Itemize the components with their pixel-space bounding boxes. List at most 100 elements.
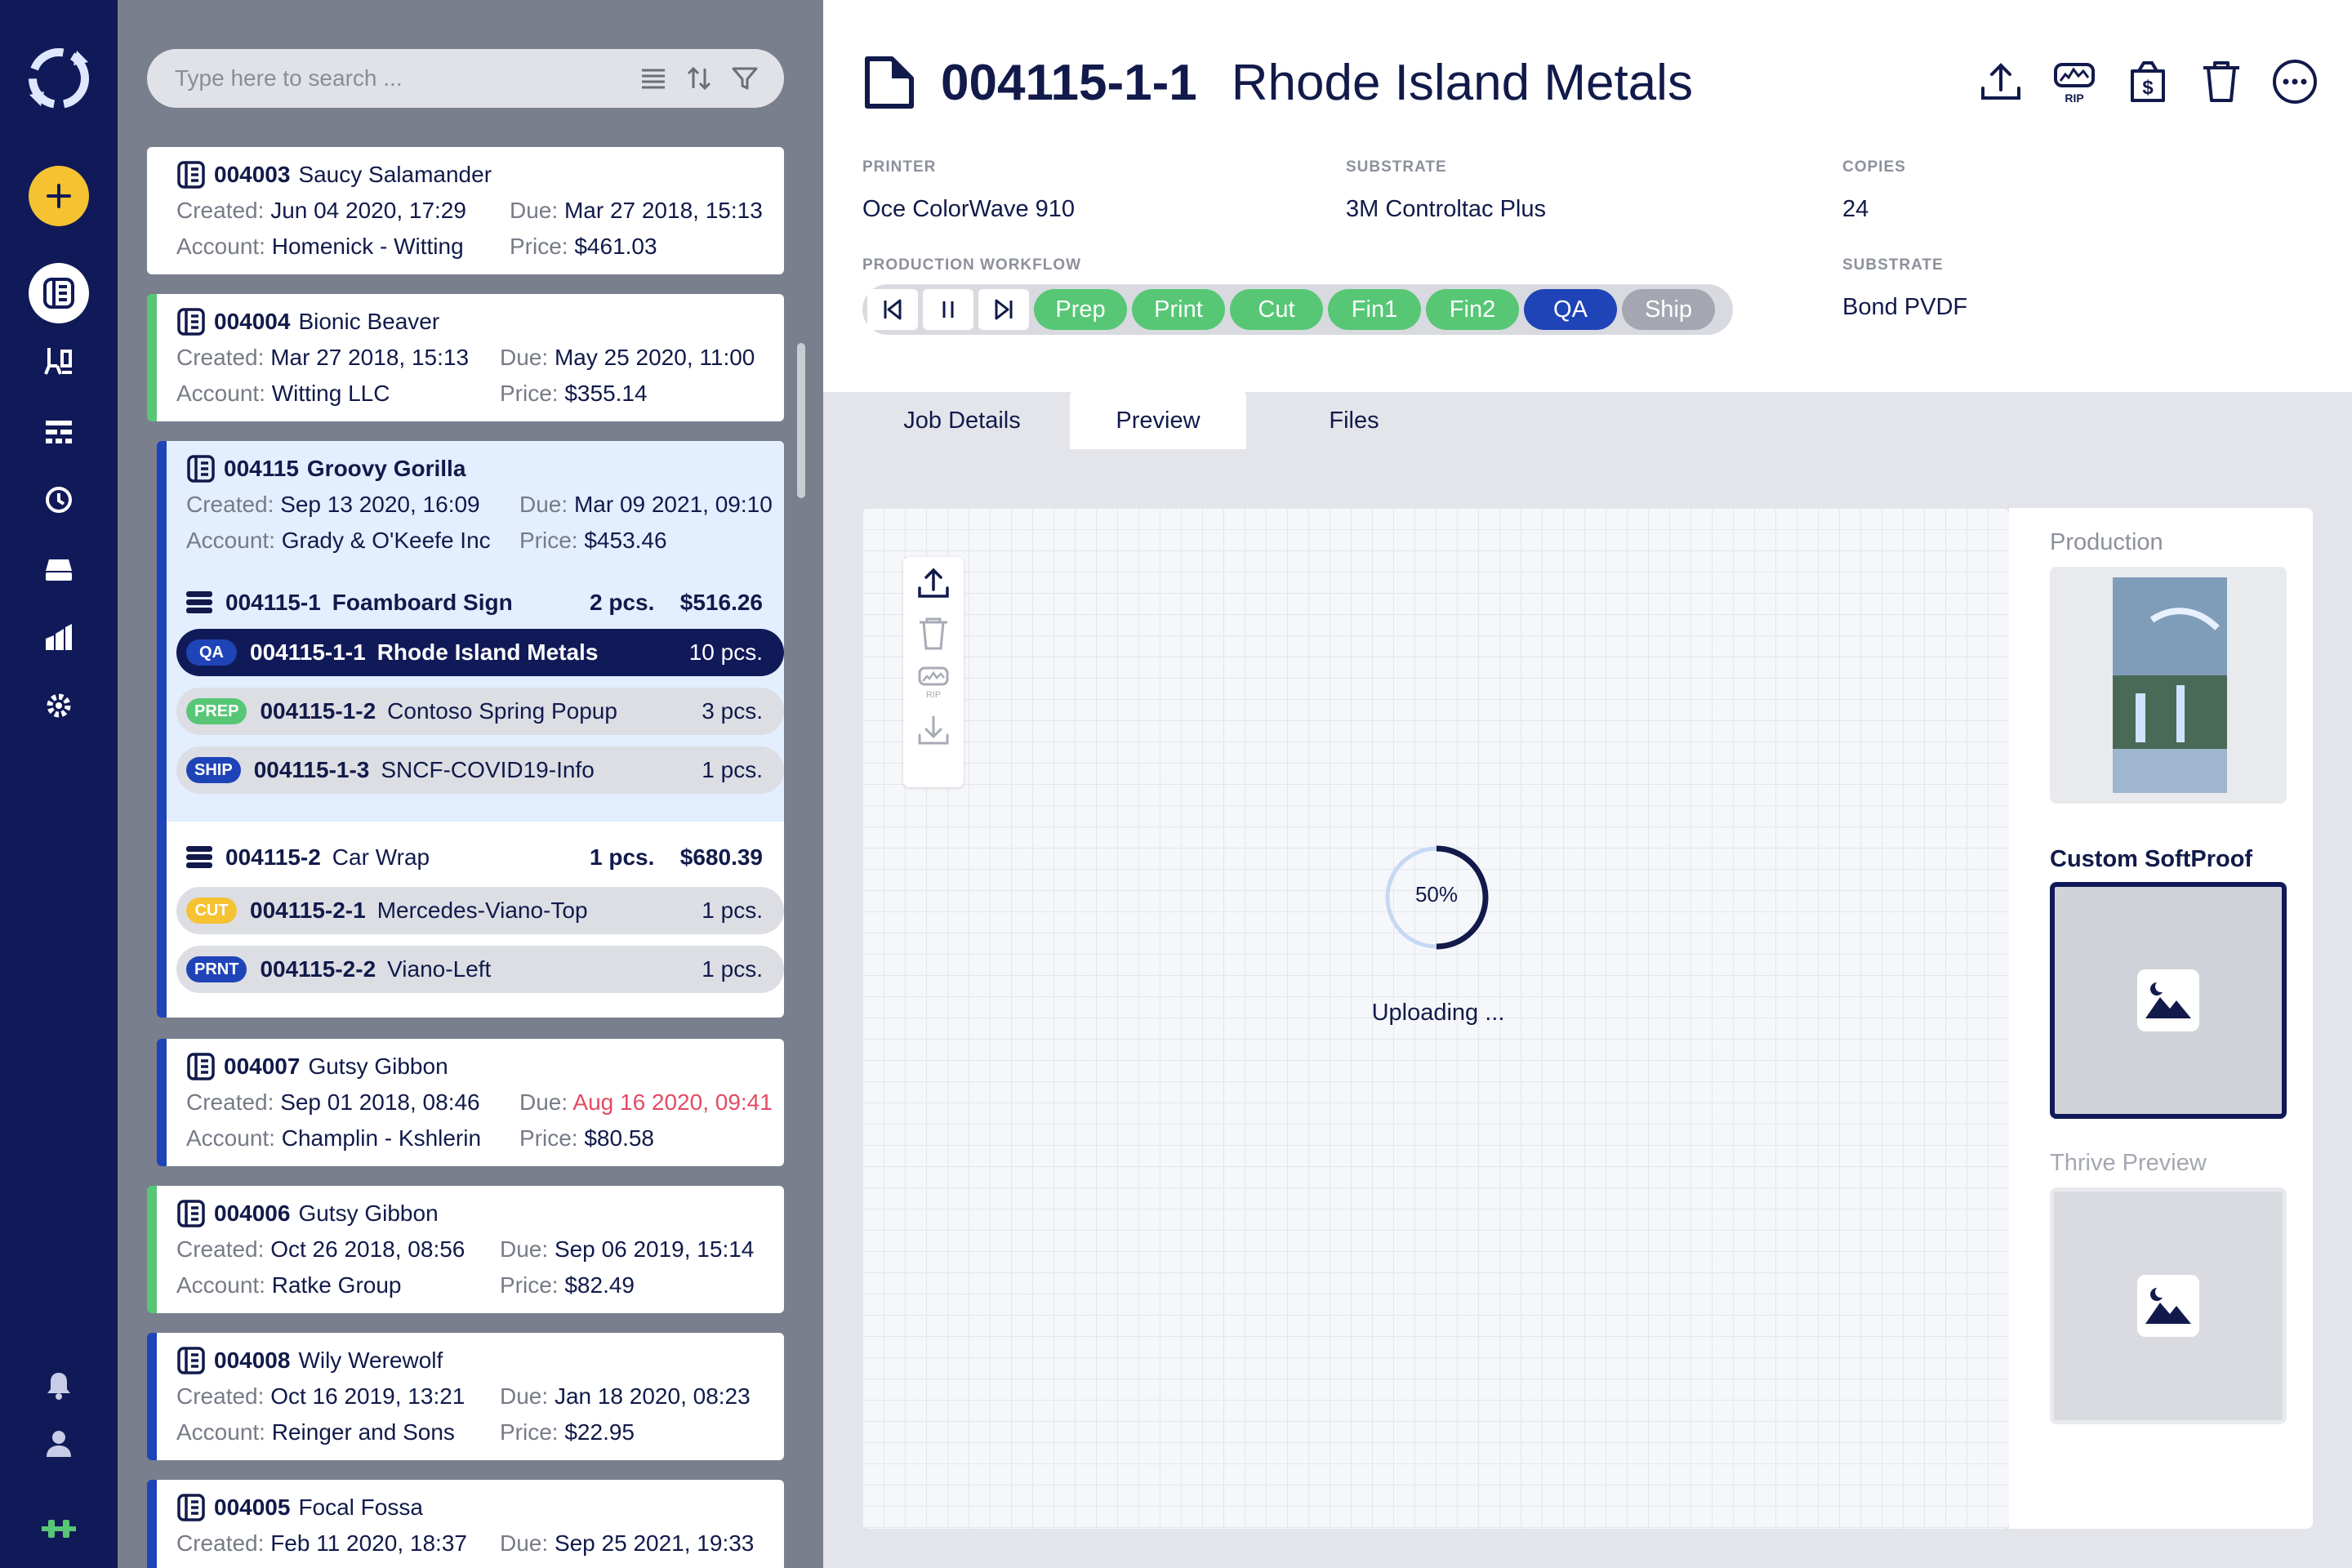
user-icon[interactable]: [0, 1418, 118, 1470]
item-row[interactable]: SHIP 004115-1-3 SNCF-COVID19-Info 1 pcs.: [176, 746, 784, 794]
trash-icon[interactable]: [915, 614, 952, 652]
softproof-thumbnail[interactable]: [2050, 882, 2287, 1119]
job-name: Bionic Beaver: [298, 309, 440, 334]
image-placeholder-icon: [2137, 969, 2199, 1031]
workflow-step-ship[interactable]: Ship: [1622, 289, 1715, 330]
item-row-selected[interactable]: QA 004115-1-1 Rhode Island Metals 10 pcs…: [176, 629, 784, 676]
item-qty: 1 pcs.: [702, 757, 763, 782]
job-card[interactable]: 004008 Wily Werewolf Created: Oct 16 201…: [147, 1333, 784, 1460]
nav-storage-icon[interactable]: [0, 543, 118, 595]
bell-icon[interactable]: [0, 1359, 118, 1411]
subjob-group: 004115-2 Car Wrap 1 pcs. $680.39 CUT 004…: [167, 822, 784, 1018]
job-number: 004006: [214, 1200, 291, 1226]
workflow-label: PRODUCTION WORKFLOW: [862, 256, 1082, 274]
subjob-header[interactable]: 004115-1 Foamboard Sign 2 pcs. $516.26: [185, 586, 773, 619]
plugin-icon[interactable]: [0, 1503, 118, 1555]
upload-icon[interactable]: [1976, 57, 2025, 106]
account-value: Grady & O'Keefe Inc: [281, 528, 491, 553]
job-card[interactable]: 004003 Saucy Salamander Created: Jun 04 …: [147, 147, 784, 274]
stack-icon: [185, 590, 214, 616]
job-card[interactable]: 004006 Gutsy Gibbon Created: Oct 26 2018…: [147, 1186, 784, 1313]
tab-files[interactable]: Files: [1254, 392, 1454, 449]
substrate-value: 3M Controltac Plus: [1346, 196, 1546, 222]
production-thumbnail[interactable]: [2050, 567, 2287, 804]
skip-back-button[interactable]: [867, 289, 918, 330]
account-value: Ratke Group: [271, 1272, 402, 1298]
nav-reports-icon[interactable]: [0, 611, 118, 663]
subjob-qty: 1 pcs.: [590, 844, 655, 870]
rip-icon[interactable]: RIP: [915, 663, 952, 701]
price-tag-icon[interactable]: $: [2123, 57, 2172, 106]
subjob-number: 004115-2: [225, 844, 321, 870]
workflow-step-print[interactable]: Print: [1132, 289, 1225, 330]
account-label: Account:: [176, 381, 265, 406]
nav-jobs-button[interactable]: [29, 263, 89, 323]
job-icon: [176, 307, 206, 336]
tab-job-details[interactable]: Job Details: [862, 392, 1062, 449]
nav-history-icon[interactable]: [0, 474, 118, 526]
price-value: $461.03: [574, 234, 657, 259]
preview-sidebar: Production Custom SoftProof Thrive Previ…: [2009, 508, 2313, 1529]
filter-icon[interactable]: [730, 64, 760, 93]
nav-settings-icon[interactable]: [0, 679, 118, 732]
status-badge: PRNT: [186, 956, 247, 982]
list-view-icon[interactable]: [639, 64, 668, 93]
copies-label: COPIES: [1842, 158, 1906, 176]
skip-forward-button[interactable]: [978, 289, 1029, 330]
subjob-header[interactable]: 004115-2 Car Wrap 1 pcs. $680.39: [185, 841, 773, 874]
page-title: 004115-1-1 Rhode Island Metals: [941, 54, 1693, 112]
subjob-price: $516.26: [679, 590, 763, 615]
due-label: Due:: [510, 198, 559, 223]
job-name: Groovy Gorilla: [306, 456, 466, 481]
thrive-thumbnail[interactable]: [2050, 1187, 2287, 1424]
item-row[interactable]: PREP 004115-1-2 Contoso Spring Popup 3 p…: [176, 688, 784, 735]
app-logo-icon[interactable]: [0, 48, 118, 109]
job-card[interactable]: 004007 Gutsy Gibbon Created: Sep 01 2018…: [157, 1039, 784, 1166]
item-number: 004115-1-1: [250, 639, 366, 665]
nav-printers-icon[interactable]: [0, 335, 118, 387]
job-card-header[interactable]: 004115 Groovy Gorilla Created: Sep 13 20…: [167, 441, 784, 572]
list-scrollbar[interactable]: [797, 343, 805, 498]
price-label: Price:: [519, 1125, 578, 1151]
download-icon[interactable]: [915, 712, 952, 750]
more-options-icon[interactable]: [2270, 57, 2319, 106]
subjob-qty: 2 pcs.: [590, 590, 655, 615]
workflow-step-cut[interactable]: Cut: [1230, 289, 1323, 330]
job-icon: [186, 1052, 216, 1081]
item-number: 004115-1-3: [253, 757, 370, 782]
created-label: Created:: [176, 198, 265, 223]
created-value: Oct 16 2019, 13:21: [270, 1383, 466, 1409]
created-value: Oct 26 2018, 08:56: [270, 1236, 466, 1262]
subjob-price: $680.39: [679, 844, 763, 870]
job-card[interactable]: 004005 Focal Fossa Created: Feb 11 2020,…: [147, 1480, 784, 1568]
job-card[interactable]: 004004 Bionic Beaver Created: Mar 27 201…: [147, 294, 784, 421]
production-label: Production: [2050, 529, 2163, 555]
trash-icon[interactable]: [2197, 57, 2246, 106]
search-input[interactable]: [175, 65, 632, 91]
account-label: Account:: [176, 234, 265, 259]
item-row[interactable]: PRNT 004115-2-2 Viano-Left 1 pcs.: [176, 946, 784, 993]
workflow-step-qa[interactable]: QA: [1524, 289, 1617, 330]
workflow-step-fin2[interactable]: Fin2: [1426, 289, 1519, 330]
nav-dashboard-icon[interactable]: [0, 406, 118, 458]
subjob-name: Car Wrap: [332, 844, 430, 870]
status-badge: PREP: [186, 698, 247, 724]
workflow-step-prep[interactable]: Prep: [1034, 289, 1127, 330]
due-label: Due:: [519, 492, 568, 517]
rip-icon[interactable]: RIP: [2050, 57, 2099, 106]
job-card-expanded[interactable]: 004115 Groovy Gorilla Created: Sep 13 20…: [157, 441, 784, 1018]
pause-button[interactable]: [923, 289, 973, 330]
item-row[interactable]: CUT 004115-2-1 Mercedes-Viano-Top 1 pcs.: [176, 887, 784, 934]
substrate2-label: SUBSTRATE: [1842, 256, 1944, 274]
due-value: Sep 06 2019, 15:14: [554, 1236, 755, 1262]
tab-preview[interactable]: Preview: [1070, 392, 1246, 449]
item-number: 004115-2-1: [250, 898, 366, 923]
image-placeholder-icon: [2137, 1275, 2199, 1337]
workflow-step-fin1[interactable]: Fin1: [1328, 289, 1421, 330]
upload-icon[interactable]: [915, 565, 952, 603]
sort-icon[interactable]: [684, 64, 714, 93]
due-label: Due:: [500, 1383, 549, 1409]
created-label: Created:: [186, 1089, 274, 1115]
rip-label: RIP: [926, 690, 941, 700]
add-button[interactable]: [29, 166, 89, 226]
